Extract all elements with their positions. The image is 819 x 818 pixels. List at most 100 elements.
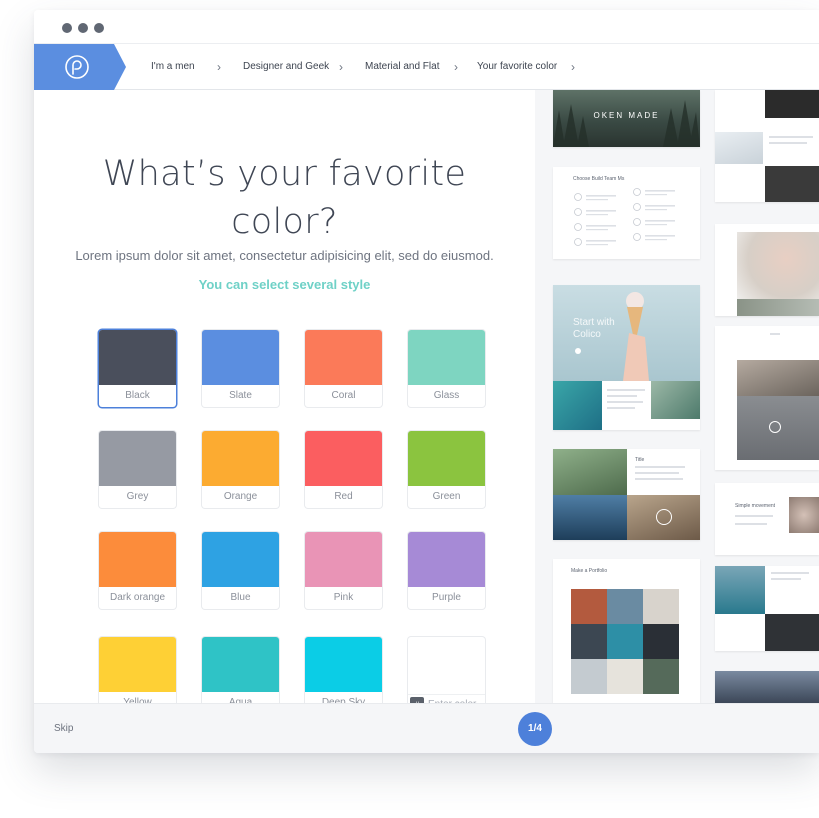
play-icon[interactable]	[656, 509, 672, 525]
preview-image	[607, 624, 643, 659]
color-swatch-slate[interactable]: Slate	[202, 330, 279, 407]
preview-card-portfolio[interactable]: Make a Portfolio	[553, 559, 700, 703]
text-line	[607, 389, 645, 391]
color-swatch-label: Yellow	[123, 697, 152, 703]
text-line	[770, 333, 780, 335]
color-swatch-pink[interactable]: Pink	[305, 532, 382, 609]
preview-image	[737, 360, 819, 396]
app-window: I'm a men › Designer and Geek › Material…	[34, 10, 819, 753]
preview-card-movement[interactable]: Simple movement	[715, 483, 819, 555]
color-swatch-fill	[202, 431, 279, 486]
preview-image	[571, 624, 607, 659]
preview-card-icecream[interactable]: Start with Colico	[553, 285, 700, 430]
color-swatch-aqua[interactable]: Aqua	[202, 637, 279, 703]
window-dot-maximize[interactable]	[94, 23, 104, 33]
preview-card-services[interactable]: Choose Build Team Ms	[553, 167, 700, 259]
text-line	[735, 515, 773, 517]
color-swatch-fill	[305, 330, 382, 385]
color-swatch-label: Pink	[333, 592, 354, 603]
color-swatch-fill	[408, 532, 485, 587]
text-line	[607, 395, 637, 397]
page-title: What’s your favorite color?	[34, 150, 535, 246]
color-swatch-fill	[202, 637, 279, 692]
window-dot-close[interactable]	[62, 23, 72, 33]
chevron-right-icon: ›	[339, 60, 343, 74]
page-subtitle: Lorem ipsum dolor sit amet, consectetur …	[75, 248, 494, 263]
breadcrumb-item-style[interactable]: Material and Flat	[365, 44, 439, 90]
page-title-line-2: color?	[231, 202, 338, 242]
preview-image	[643, 659, 679, 694]
page-title-line-1: What’s your favorite	[102, 154, 467, 194]
color-swatch-label: Deep Sky	[321, 697, 366, 703]
color-swatch-black[interactable]: Black	[99, 330, 176, 407]
preview-card-cabin[interactable]: Title	[553, 449, 700, 540]
preview-card-couple[interactable]	[715, 326, 819, 470]
color-swatch-red[interactable]: Red	[305, 431, 382, 508]
preview-image	[737, 232, 819, 299]
step-indicator: 1/4	[518, 712, 552, 746]
text-line	[635, 466, 685, 468]
breadcrumb: I'm a men › Designer and Geek › Material…	[34, 43, 819, 90]
color-swatch-label: Green	[432, 491, 461, 502]
play-icon[interactable]	[769, 421, 781, 433]
preview-image	[571, 589, 607, 624]
preview-image	[715, 671, 819, 703]
color-swatch-label: Dark orange	[109, 592, 166, 603]
preview-image	[651, 381, 700, 419]
color-swatch-fill	[99, 330, 176, 385]
color-swatch-dark-orange[interactable]: Dark orange	[99, 532, 176, 609]
preview-card-mountain[interactable]	[715, 671, 819, 703]
preview-card-portrait[interactable]	[715, 224, 819, 316]
preview-image	[789, 497, 819, 533]
preview-image	[607, 589, 643, 624]
color-swatch-grey[interactable]: Grey	[99, 431, 176, 508]
preview-image	[765, 166, 819, 202]
color-swatch-label: Blue	[230, 592, 251, 603]
skip-button[interactable]: Skip	[54, 704, 73, 753]
color-swatch-label: Coral	[331, 390, 356, 401]
preview-image	[715, 132, 763, 164]
breadcrumb-item-gender[interactable]: I'm a men	[151, 44, 195, 90]
color-swatch-purple[interactable]: Purple	[408, 532, 485, 609]
color-swatch-coral[interactable]: Coral	[305, 330, 382, 407]
preview-image	[607, 659, 643, 694]
color-swatch-green[interactable]: Green	[408, 431, 485, 508]
preview-image	[643, 589, 679, 624]
wizard-footer: Skip 1/4	[34, 703, 819, 753]
preview-card-title: Title	[635, 457, 645, 463]
title-bar	[34, 10, 819, 43]
text-line	[771, 578, 801, 580]
color-swatch-label: Orange	[223, 491, 258, 502]
color-swatch-glass[interactable]: Glass	[408, 330, 485, 407]
color-swatch-orange[interactable]: Orange	[202, 431, 279, 508]
custom-color-input[interactable]: # Enter color	[408, 694, 485, 703]
color-swatch-label: Purple	[432, 592, 461, 603]
color-swatch-fill	[305, 637, 382, 692]
preview-card-forest[interactable]: OKEN MADE	[553, 90, 700, 147]
custom-color-placeholder: Enter color	[428, 695, 476, 703]
preview-card-blog[interactable]	[715, 90, 819, 202]
color-swatch-label: Black	[125, 390, 150, 401]
preview-card-lake[interactable]	[715, 566, 819, 651]
breadcrumb-item-profile[interactable]: Designer and Geek	[243, 44, 329, 90]
preview-image	[737, 299, 819, 316]
color-swatch-label: Glass	[433, 390, 460, 401]
logo-tab[interactable]	[34, 44, 126, 90]
preview-card-title: Simple movement	[735, 503, 776, 509]
custom-color-card[interactable]: # Enter color	[408, 637, 485, 703]
color-selection-panel: What’s your favorite color? Lorem ipsum …	[34, 90, 535, 703]
color-swatch-yellow[interactable]: Yellow	[99, 637, 176, 703]
color-swatch-label: Grey	[126, 491, 149, 502]
color-swatch-deep-sky[interactable]: Deep Sky	[305, 637, 382, 703]
color-swatch-label: Red	[334, 491, 353, 502]
style-preview-gallery[interactable]: OKEN MADE Choose Build Team Ms Start wit…	[535, 90, 819, 703]
color-swatch-blue[interactable]: Blue	[202, 532, 279, 609]
chevron-right-icon: ›	[571, 60, 575, 74]
text-line	[769, 142, 807, 144]
window-dot-minimize[interactable]	[78, 23, 88, 33]
text-line	[635, 472, 679, 474]
preview-image	[553, 495, 627, 540]
color-swatch-fill	[202, 330, 279, 385]
breadcrumb-item-color[interactable]: Your favorite color	[477, 44, 557, 90]
text-line	[635, 478, 683, 480]
